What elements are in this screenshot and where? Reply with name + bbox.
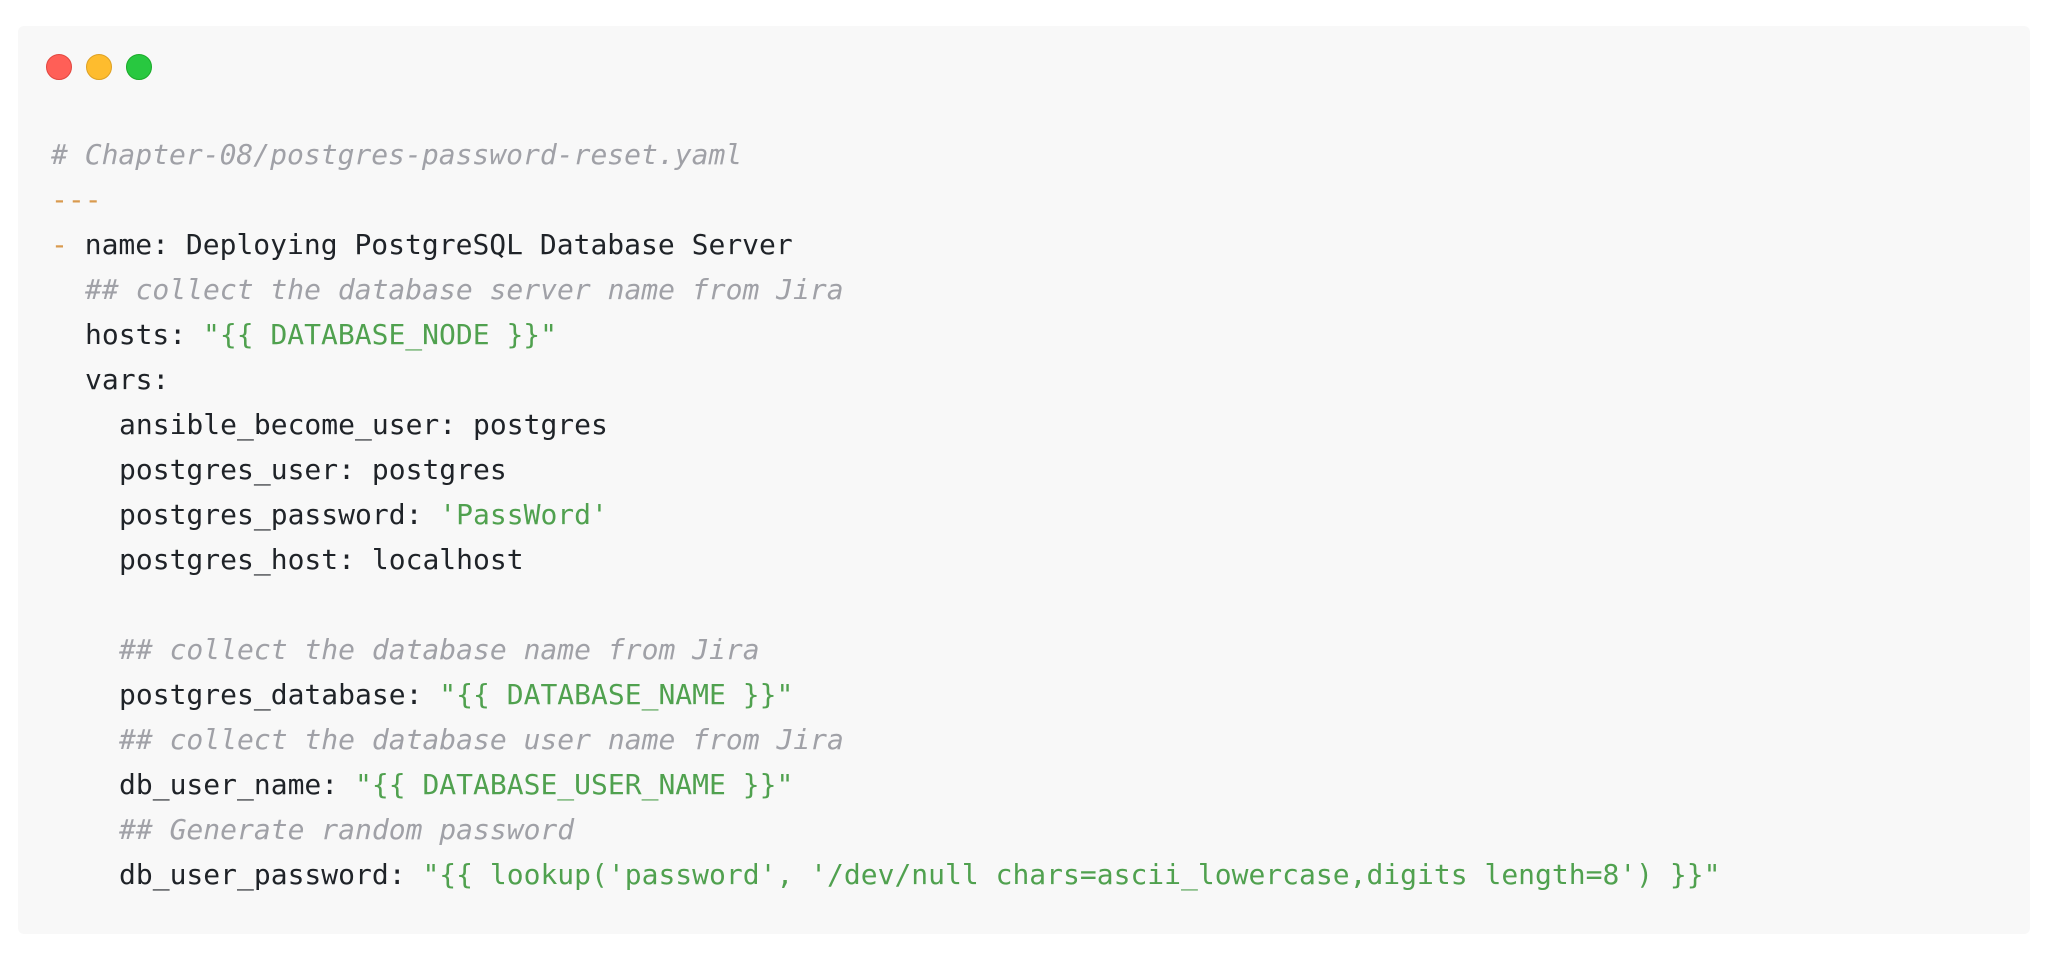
maximize-window-button[interactable]	[126, 54, 152, 80]
code-line: - name: Deploying PostgreSQL Database Se…	[51, 222, 1720, 267]
code-line: ansible_become_user: postgres	[51, 402, 1720, 447]
become-user-key: ansible_become_user:	[119, 408, 457, 441]
db-user-name-value: "{{ DATABASE_USER_NAME }}"	[355, 768, 794, 801]
close-window-button[interactable]	[46, 54, 72, 80]
document-start-marker: ---	[51, 183, 102, 216]
code-line: postgres_password: 'PassWord'	[51, 492, 1720, 537]
hosts-key: hosts:	[85, 318, 187, 351]
generate-password-comment: ## Generate random password	[119, 813, 575, 846]
code-line: postgres_user: postgres	[51, 447, 1720, 492]
db-user-password-key: db_user_password:	[119, 858, 406, 891]
code-line: ## collect the database user name from J…	[51, 717, 1720, 762]
hosts-value: "{{ DATABASE_NODE }}"	[203, 318, 558, 351]
minimize-window-button[interactable]	[86, 54, 112, 80]
postgres-host-value: localhost	[371, 543, 524, 576]
db-user-name-key: db_user_name:	[119, 768, 339, 801]
postgres-database-key: postgres_database:	[119, 678, 423, 711]
code-line: db_user_password: "{{ lookup('password',…	[51, 852, 1720, 897]
code-line: hosts: "{{ DATABASE_NODE }}"	[51, 312, 1720, 357]
db-user-password-value: "{{ lookup('password', '/dev/null chars=…	[422, 858, 1721, 891]
file-path-comment: # Chapter-08/postgres-password-reset.yam…	[51, 138, 743, 171]
code-line: postgres_host: localhost	[51, 537, 1720, 582]
code-line: vars:	[51, 357, 1720, 402]
postgres-user-key: postgres_user:	[119, 453, 356, 486]
name-key: name:	[84, 228, 170, 261]
database-name-comment: ## collect the database name from Jira	[119, 633, 760, 666]
become-user-value: postgres	[473, 408, 608, 441]
code-line: # Chapter-08/postgres-password-reset.yam…	[51, 132, 1720, 177]
code-line: ## collect the database name from Jira	[51, 627, 1720, 672]
name-value: Deploying PostgreSQL Database Server	[185, 228, 793, 261]
code-window: # Chapter-08/postgres-password-reset.yam…	[18, 26, 2030, 934]
code-block: # Chapter-08/postgres-password-reset.yam…	[51, 132, 1720, 897]
postgres-database-value: "{{ DATABASE_NAME }}"	[439, 678, 794, 711]
code-line: db_user_name: "{{ DATABASE_USER_NAME }}"	[51, 762, 1720, 807]
window-controls	[46, 54, 152, 80]
code-line: ---	[51, 177, 1720, 222]
code-line: ## Generate random password	[51, 807, 1720, 852]
postgres-password-value: 'PassWord'	[439, 498, 608, 531]
vars-key: vars:	[85, 363, 170, 396]
postgres-host-key: postgres_host:	[119, 543, 356, 576]
code-line: postgres_database: "{{ DATABASE_NAME }}"	[51, 672, 1720, 717]
list-item-dash: -	[51, 228, 68, 261]
code-line: ## collect the database server name from…	[51, 267, 1720, 312]
server-name-comment: ## collect the database server name from…	[85, 273, 844, 306]
postgres-user-value: postgres	[371, 453, 507, 486]
database-user-comment: ## collect the database user name from J…	[119, 723, 844, 756]
postgres-password-key: postgres_password:	[119, 498, 423, 531]
